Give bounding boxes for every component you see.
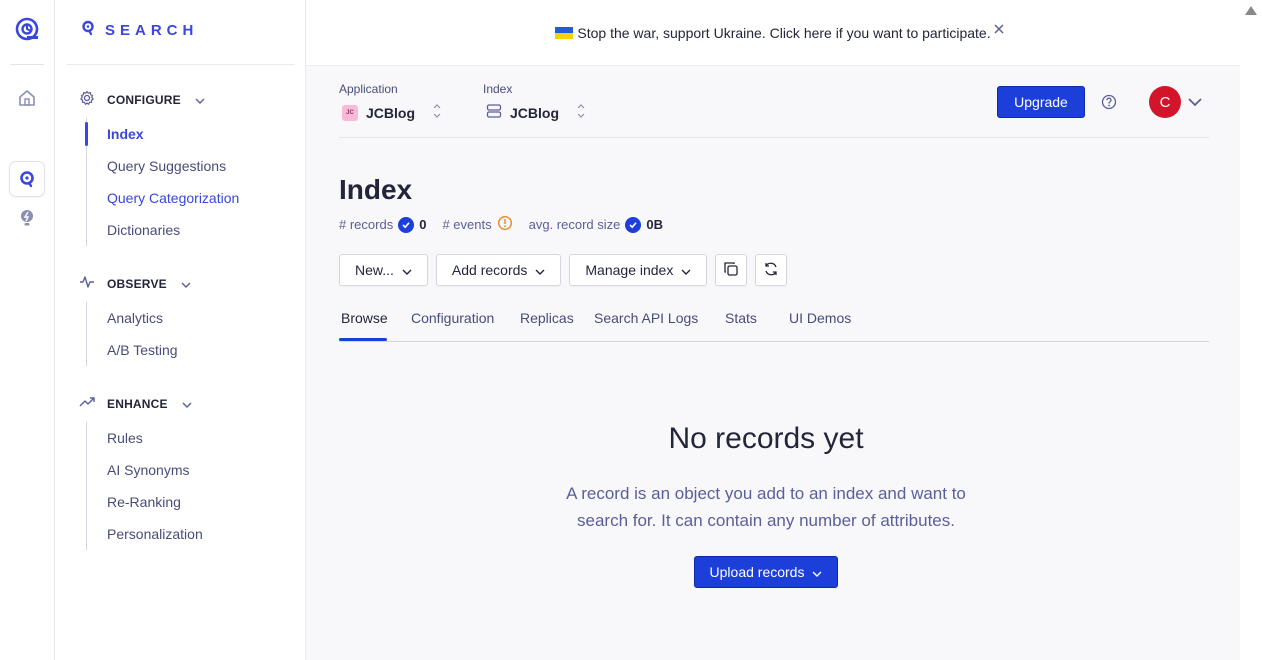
sidebar-item-query-categorization[interactable]: Query Categorization (87, 182, 239, 214)
refresh-button[interactable] (755, 254, 788, 286)
stat-label: avg. record size (528, 217, 621, 232)
refresh-icon (763, 261, 779, 280)
sidebar-item-personalization[interactable]: Personalization (87, 518, 203, 550)
index-selector[interactable]: JCBlog (486, 103, 585, 122)
ukraine-banner[interactable]: Stop the war, support Ukraine. Click her… (306, 0, 1240, 66)
stat-label: # records (339, 217, 394, 232)
scrollbar[interactable] (1240, 0, 1262, 660)
upload-records-label: Upload records (709, 564, 805, 580)
chevron-down-icon (535, 262, 545, 278)
sidebar-item-index[interactable]: Index (84, 118, 239, 150)
app-badge: JC (342, 104, 358, 121)
tab-browse[interactable]: Browse (341, 310, 388, 326)
sidebar-item-rules[interactable]: Rules (87, 422, 203, 454)
home-icon[interactable] (15, 86, 39, 110)
chevron-down-icon (182, 397, 192, 411)
trending-up-icon (79, 394, 95, 413)
empty-state-description: A record is an object you add to an inde… (566, 484, 966, 530)
application-selector[interactable]: JC JCBlog (342, 103, 441, 122)
search-brand-icon (81, 20, 95, 41)
algolia-logo-icon[interactable] (14, 16, 40, 42)
index-stats: # records 0 # events avg. record size 0B (339, 215, 679, 234)
section-configure[interactable]: CONFIGURE (79, 90, 205, 109)
gear-icon (79, 90, 95, 109)
stat-value: 0 (419, 217, 427, 232)
new-label: New... (355, 262, 394, 278)
enhance-nav: Rules AI Synonyms Re-Ranking Personaliza… (86, 422, 203, 550)
add-records-button[interactable]: Add records (435, 254, 562, 286)
stat-records: # records 0 (339, 216, 427, 233)
sidebar-item-analytics[interactable]: Analytics (87, 302, 178, 334)
sidebar-item-ai-synonyms[interactable]: AI Synonyms (87, 454, 203, 486)
page-title: Index (339, 174, 413, 205)
main-content: Stop the war, support Ukraine. Click her… (306, 0, 1262, 660)
tab-configuration[interactable]: Configuration (411, 310, 494, 326)
sidebar-item-dictionaries[interactable]: Dictionaries (87, 214, 239, 246)
sidebar-item-re-ranking[interactable]: Re-Ranking (87, 486, 203, 518)
active-tab-indicator (339, 338, 387, 341)
stat-label: # events (442, 217, 492, 232)
action-toolbar: New... Add records Manage index (339, 254, 788, 286)
stat-avg-size: avg. record size 0B (528, 216, 663, 233)
search-product-icon[interactable] (10, 162, 44, 196)
scroll-up-arrow-icon[interactable] (1245, 6, 1257, 15)
tab-ui-demos[interactable]: UI Demos (789, 310, 851, 326)
tab-search-api-logs[interactable]: Search API Logs (594, 310, 698, 326)
manage-index-label: Manage index (585, 262, 674, 278)
banner-text: Stop the war, support Ukraine. Click her… (577, 24, 991, 41)
application-label: Application (339, 82, 398, 96)
chevron-down-icon[interactable] (1187, 94, 1203, 112)
recommend-bulb-icon[interactable] (15, 206, 39, 230)
add-records-label: Add records (451, 262, 528, 278)
section-observe[interactable]: OBSERVE (79, 274, 191, 293)
stat-value: 0B (646, 217, 663, 232)
copy-button[interactable] (715, 254, 748, 286)
chevron-down-icon (195, 93, 205, 107)
upgrade-button[interactable]: Upgrade (997, 86, 1085, 118)
up-down-chevron-icon (433, 103, 441, 122)
help-icon[interactable] (1101, 94, 1117, 110)
stat-events: # events (442, 215, 512, 234)
brand-title: SEARCH (105, 22, 199, 39)
empty-state-title: No records yet (668, 422, 864, 455)
sidebar-item-ab-testing[interactable]: A/B Testing (87, 334, 178, 366)
upload-records-button[interactable]: Upload records (694, 556, 838, 588)
check-circle-icon (625, 216, 642, 233)
section-label: OBSERVE (107, 276, 167, 291)
app-rail (0, 0, 55, 660)
pulse-icon (79, 274, 95, 293)
copy-icon (723, 261, 739, 280)
chevron-down-icon (402, 262, 412, 278)
observe-nav: Analytics A/B Testing (86, 302, 178, 366)
brand[interactable]: SEARCH (81, 20, 198, 41)
sidebar-item-query-suggestions[interactable]: Query Suggestions (87, 150, 239, 182)
index-tabs: Browse Configuration Replicas Search API… (339, 306, 1209, 342)
section-label: ENHANCE (107, 396, 168, 411)
section-enhance[interactable]: ENHANCE (79, 394, 192, 413)
tab-replicas[interactable]: Replicas (520, 310, 574, 326)
close-icon[interactable] (992, 22, 1006, 36)
section-label: CONFIGURE (107, 92, 181, 107)
warning-circle-icon[interactable] (497, 215, 513, 234)
header-divider (339, 137, 1209, 138)
server-icon (486, 103, 502, 122)
avatar[interactable]: C (1149, 86, 1181, 118)
up-down-chevron-icon (577, 103, 585, 122)
index-value: JCBlog (510, 104, 559, 121)
new-button[interactable]: New... (339, 254, 428, 286)
rail-divider (10, 64, 44, 65)
check-circle-icon (398, 216, 415, 233)
configure-nav: Index Query Suggestions Query Categoriza… (84, 118, 239, 246)
ukraine-flag-icon (555, 26, 574, 39)
sidebar-divider (67, 64, 295, 65)
chevron-down-icon (181, 277, 191, 291)
sidebar: SEARCH CONFIGURE Index Query Suggestions… (55, 0, 306, 660)
manage-index-button[interactable]: Manage index (569, 254, 708, 286)
index-label: Index (483, 82, 513, 96)
chevron-down-icon (812, 564, 822, 580)
application-value: JCBlog (366, 104, 415, 121)
tab-stats[interactable]: Stats (725, 310, 757, 326)
chevron-down-icon (681, 262, 691, 278)
